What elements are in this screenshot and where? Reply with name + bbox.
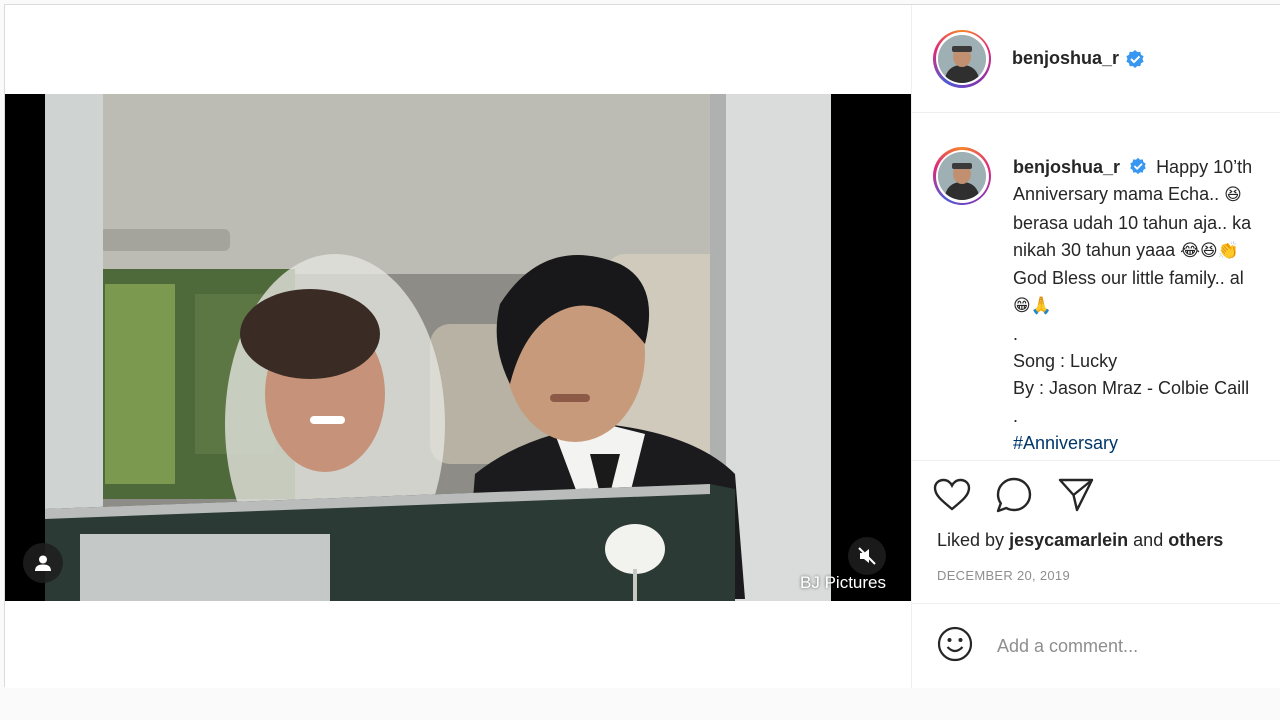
- caption-text-segment: nikah 30 tahun yaaa: [1013, 239, 1176, 260]
- post-sidebar: benjoshua_r benjoshua_r Happy 10’th Anni…: [911, 5, 1280, 688]
- caption-story-ring[interactable]: [933, 147, 991, 205]
- post-actions: [932, 475, 1096, 515]
- video-still-image: [45, 94, 831, 601]
- verified-badge-icon: [1130, 157, 1146, 175]
- caption-avatar[interactable]: [938, 152, 986, 200]
- caption-line-2: Anniversary mama Echa.. 😆: [1013, 181, 1280, 209]
- caption-line-1: benjoshua_r Happy 10’th: [1013, 154, 1280, 181]
- story-ring[interactable]: [933, 29, 991, 88]
- caption-line-11: #Anniversary: [1013, 430, 1280, 457]
- caption-line-3: berasa udah 10 tahun aja.. ka: [1013, 212, 1252, 233]
- share-button[interactable]: [1056, 475, 1096, 515]
- caption-line-9: By : Jason Mraz - Colbie Caill: [1013, 378, 1250, 399]
- comment-button[interactable]: [994, 475, 1034, 515]
- caption-line-8: Song : Lucky: [1013, 351, 1118, 372]
- comment-input[interactable]: [995, 634, 1249, 658]
- video-player[interactable]: BJ Pictures: [5, 94, 911, 601]
- emoji-group-icon: 😂😆👏: [1180, 240, 1239, 261]
- emoji-group-icon: 😁🙏: [1013, 296, 1052, 317]
- caption-line-10: .: [1013, 405, 1019, 426]
- caption-text-segment: Happy 10’th: [1156, 157, 1253, 177]
- caption-text-segment: Anniversary mama Echa..: [1013, 184, 1220, 205]
- caption-line-6: 😁🙏: [1013, 292, 1280, 320]
- post-author-username[interactable]: benjoshua_r: [1012, 48, 1119, 69]
- muted-speaker-icon: [858, 547, 876, 565]
- heart-icon: [933, 478, 971, 511]
- post-header: benjoshua_r: [912, 5, 1280, 113]
- video-frame: [45, 94, 831, 601]
- likes-others-link[interactable]: others: [1168, 530, 1223, 550]
- post-date[interactable]: DECEMBER 20, 2019: [937, 568, 1070, 583]
- post-media: BJ Pictures: [5, 5, 911, 688]
- tagged-users-button[interactable]: [23, 543, 63, 583]
- likes-summary: Liked by jesycamarlein and others: [937, 530, 1223, 551]
- avatar-image: [938, 152, 986, 200]
- emoji-icon: [937, 626, 973, 661]
- liker-username[interactable]: jesycamarlein: [1009, 530, 1128, 550]
- caption-username[interactable]: benjoshua_r: [1013, 157, 1120, 177]
- caption-line-4: nikah 30 tahun yaaa 😂😆👏: [1013, 237, 1280, 265]
- caption-section: benjoshua_r Happy 10’th Anniversary mama…: [912, 113, 1280, 461]
- emoji-picker-button[interactable]: [937, 626, 973, 667]
- comment-box: [912, 603, 1280, 688]
- caption-line-5: God Bless our little family.. al: [1013, 268, 1244, 289]
- mute-toggle-button[interactable]: [848, 537, 886, 575]
- comment-icon: [996, 477, 1032, 513]
- like-button[interactable]: [932, 475, 972, 515]
- caption-text: benjoshua_r Happy 10’th Anniversary mama…: [1013, 154, 1280, 457]
- video-watermark: BJ Pictures: [800, 573, 886, 592]
- caption-line-7: .: [1013, 323, 1019, 344]
- likes-middle: and: [1133, 530, 1164, 550]
- avatar-image: [938, 34, 986, 83]
- avatar[interactable]: [938, 34, 986, 83]
- verified-badge-icon: [1126, 49, 1144, 68]
- hashtag-link[interactable]: #Anniversary: [1013, 433, 1118, 453]
- laughing-emoji-icon: 😆: [1224, 185, 1242, 206]
- user-icon: [35, 555, 51, 571]
- share-icon: [1058, 478, 1094, 512]
- likes-prefix: Liked by: [937, 530, 1005, 550]
- instagram-post: BJ Pictures benjoshua_r benjoshua_r Happ…: [4, 4, 1280, 688]
